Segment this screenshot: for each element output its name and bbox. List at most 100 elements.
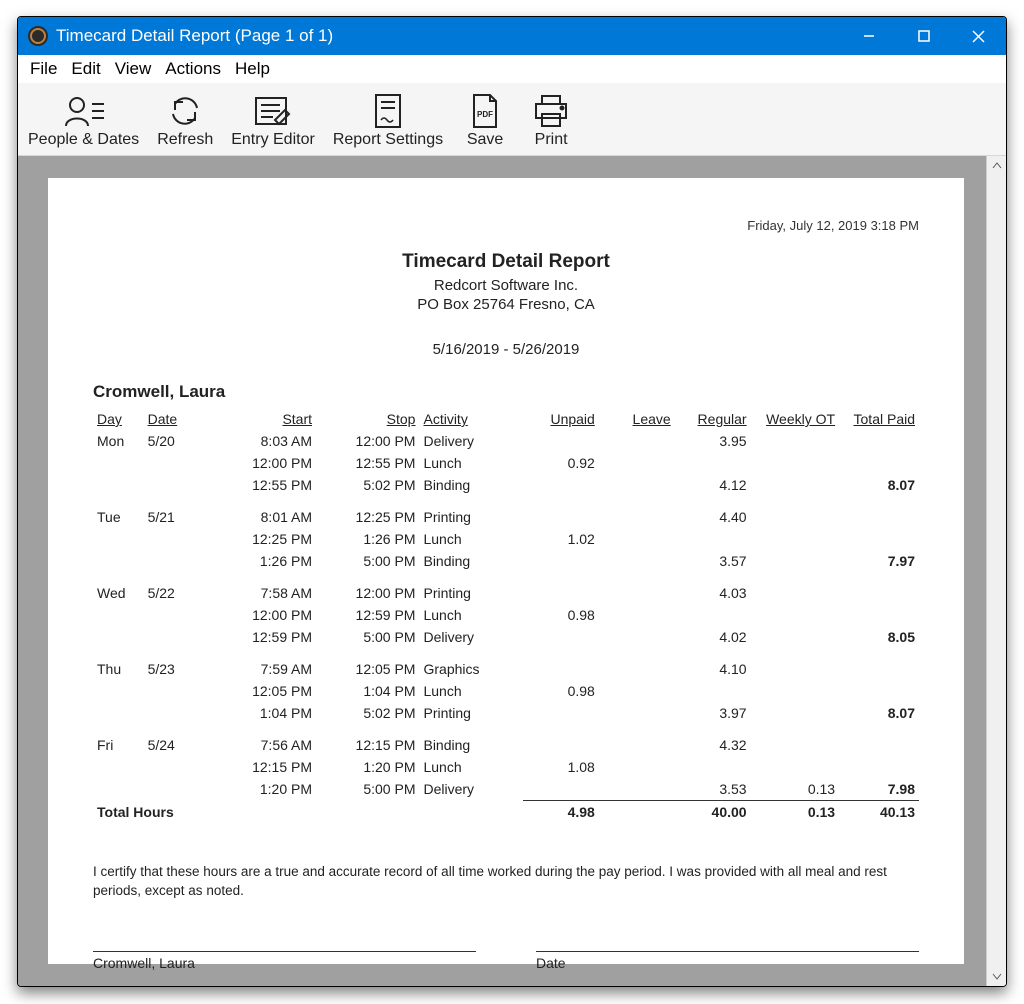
- company-address: PO Box 25764 Fresno, CA: [93, 296, 919, 313]
- entry-editor-button[interactable]: Entry Editor: [225, 91, 321, 149]
- entry-editor-label: Entry Editor: [231, 131, 315, 149]
- cell: 1:26 PM: [213, 550, 316, 572]
- close-button[interactable]: [951, 17, 1006, 55]
- cell: [144, 756, 213, 778]
- cell: Wed: [93, 582, 144, 604]
- menu-actions[interactable]: Actions: [159, 57, 227, 81]
- cell: 5/24: [144, 734, 213, 756]
- menu-help[interactable]: Help: [229, 57, 276, 81]
- people-dates-button[interactable]: People & Dates: [22, 91, 145, 149]
- cell: [93, 474, 144, 496]
- cell: [599, 452, 675, 474]
- cell: [839, 658, 919, 680]
- cell: 7:56 AM: [213, 734, 316, 756]
- cell: 5/21: [144, 506, 213, 528]
- cell: [675, 528, 751, 550]
- cell: 12:55 PM: [316, 452, 419, 474]
- col-unpaid: Unpaid: [523, 408, 599, 430]
- report-settings-button[interactable]: Report Settings: [327, 91, 449, 149]
- cell: Lunch: [419, 528, 522, 550]
- cell: 1.02: [523, 528, 599, 550]
- table-row: Wed5/227:58 AM12:00 PMPrinting4.03: [93, 582, 919, 604]
- cell: 3.95: [675, 430, 751, 452]
- cell: 12:59 PM: [213, 626, 316, 648]
- certification-text: I certify that these hours are a true an…: [93, 863, 919, 901]
- cell: [93, 702, 144, 724]
- cell: 7.97: [839, 550, 919, 572]
- cell: 12:25 PM: [213, 528, 316, 550]
- cell: [523, 430, 599, 452]
- cell: [523, 778, 599, 801]
- vertical-scrollbar[interactable]: [986, 156, 1006, 986]
- cell: [93, 680, 144, 702]
- cell: [144, 550, 213, 572]
- cell: [751, 452, 840, 474]
- svg-text:PDF: PDF: [477, 110, 493, 119]
- maximize-button[interactable]: [896, 17, 951, 55]
- cell: [599, 680, 675, 702]
- app-window: Timecard Detail Report (Page 1 of 1) Fil…: [17, 16, 1007, 987]
- cell: [751, 734, 840, 756]
- cell: [93, 626, 144, 648]
- cell: 0.13: [751, 778, 840, 801]
- cell: Mon: [93, 430, 144, 452]
- cell: [751, 506, 840, 528]
- print-button[interactable]: Print: [521, 91, 581, 149]
- cell: Delivery: [419, 778, 522, 801]
- cell: Thu: [93, 658, 144, 680]
- col-weekly-ot: Weekly OT: [751, 408, 840, 430]
- cell: 5:00 PM: [316, 550, 419, 572]
- cell: 12:05 PM: [213, 680, 316, 702]
- total-cell: 40.00: [675, 801, 751, 824]
- table-row: 1:04 PM5:02 PMPrinting3.978.07: [93, 702, 919, 724]
- app-icon: [28, 26, 48, 46]
- cell: [599, 506, 675, 528]
- cell: [599, 582, 675, 604]
- cell: 12:15 PM: [213, 756, 316, 778]
- scroll-down-icon[interactable]: [987, 966, 1006, 986]
- cell: Fri: [93, 734, 144, 756]
- cell: [144, 452, 213, 474]
- menu-edit[interactable]: Edit: [65, 57, 106, 81]
- cell: Lunch: [419, 604, 522, 626]
- cell: 8:01 AM: [213, 506, 316, 528]
- minimize-button[interactable]: [841, 17, 896, 55]
- menu-file[interactable]: File: [24, 57, 63, 81]
- cell: [523, 658, 599, 680]
- table-row: Thu5/237:59 AM12:05 PMGraphics4.10: [93, 658, 919, 680]
- cell: [751, 474, 840, 496]
- cell: 12:55 PM: [213, 474, 316, 496]
- cell: [839, 452, 919, 474]
- col-regular: Regular: [675, 408, 751, 430]
- toolbar: People & Dates Refresh Entry Editor Repo…: [18, 83, 1006, 156]
- total-cell: Total Hours: [93, 801, 213, 824]
- cell: Delivery: [419, 626, 522, 648]
- cell: [839, 506, 919, 528]
- cell: Binding: [419, 734, 522, 756]
- save-button[interactable]: PDF Save: [455, 91, 515, 149]
- menu-view[interactable]: View: [109, 57, 158, 81]
- total-cell: [316, 801, 419, 824]
- cell: Lunch: [419, 452, 522, 474]
- cell: [599, 550, 675, 572]
- cell: 8.07: [839, 702, 919, 724]
- scroll-thumb[interactable]: [989, 176, 1004, 966]
- cell: [675, 756, 751, 778]
- cell: [599, 778, 675, 801]
- cell: Printing: [419, 582, 522, 604]
- cell: [839, 528, 919, 550]
- cell: [839, 756, 919, 778]
- cell: [599, 604, 675, 626]
- cell: [93, 528, 144, 550]
- refresh-button[interactable]: Refresh: [151, 91, 219, 149]
- cell: 1:04 PM: [213, 702, 316, 724]
- cell: 4.10: [675, 658, 751, 680]
- cell: 12:00 PM: [316, 430, 419, 452]
- scroll-up-icon[interactable]: [987, 156, 1006, 176]
- cell: Binding: [419, 550, 522, 572]
- cell: [144, 778, 213, 801]
- cell: 3.53: [675, 778, 751, 801]
- cell: [523, 474, 599, 496]
- cell: [144, 626, 213, 648]
- signature-row: Cromwell, Laura Date: [93, 951, 919, 971]
